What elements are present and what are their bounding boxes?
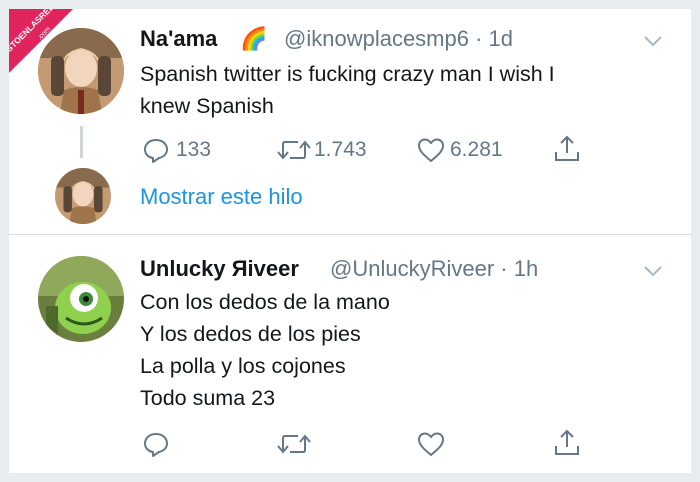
rainbow-emoji: 🌈 [240, 26, 268, 51]
reply-icon [144, 139, 168, 163]
share-button[interactable] [552, 428, 582, 458]
retweet-button[interactable]: 1.743 [276, 136, 367, 164]
avatar-naama[interactable] [38, 28, 124, 114]
retweet-icon [277, 434, 311, 454]
show-thread-link[interactable]: Mostrar este hilo [140, 184, 303, 210]
tweet1-text-line2: knew Spanish [140, 94, 274, 118]
tweet2-display-name[interactable]: Unlucky Яiveer [140, 256, 299, 282]
like-button[interactable]: 6.281 [416, 136, 503, 164]
share-button[interactable] [552, 134, 582, 164]
tweet2-handle[interactable]: @UnluckyRiveer · 1h [330, 256, 538, 282]
reply-button[interactable] [142, 430, 170, 458]
reply-button[interactable]: 133 [142, 136, 211, 164]
share-icon [555, 429, 579, 455]
retweet-button[interactable] [276, 430, 312, 458]
heart-icon [418, 138, 444, 162]
reply-count: 133 [176, 138, 212, 161]
heart-icon [418, 432, 444, 456]
like-button[interactable] [416, 430, 446, 458]
tweet2-text-line4: Todo suma 23 [140, 386, 276, 410]
tweet2-text-line1: Con los dedos de la mano [140, 290, 390, 314]
tweet1-text-line1: Spanish twitter is fucking crazy man I w… [140, 62, 555, 86]
chevron-down-icon[interactable] [642, 264, 664, 278]
tweet1-handle[interactable]: @iknowplacesmp6 · 1d [284, 26, 513, 52]
tweet1-display-name[interactable]: Na'ama [140, 26, 217, 52]
retweet-count: 1.743 [314, 138, 367, 161]
share-icon [555, 135, 579, 161]
avatar-unlucky[interactable] [38, 256, 124, 342]
avatar-naama-small[interactable] [55, 168, 111, 224]
tweet2-text-line2: Y los dedos de los pies [140, 322, 361, 346]
like-count: 6.281 [450, 138, 503, 161]
reply-icon [144, 433, 168, 457]
tweet2-text-line3: La polla y los cojones [140, 354, 346, 378]
retweet-icon [277, 140, 311, 160]
thread-connector [80, 126, 83, 158]
tweet-divider [9, 234, 691, 235]
chevron-down-icon[interactable] [642, 34, 664, 48]
